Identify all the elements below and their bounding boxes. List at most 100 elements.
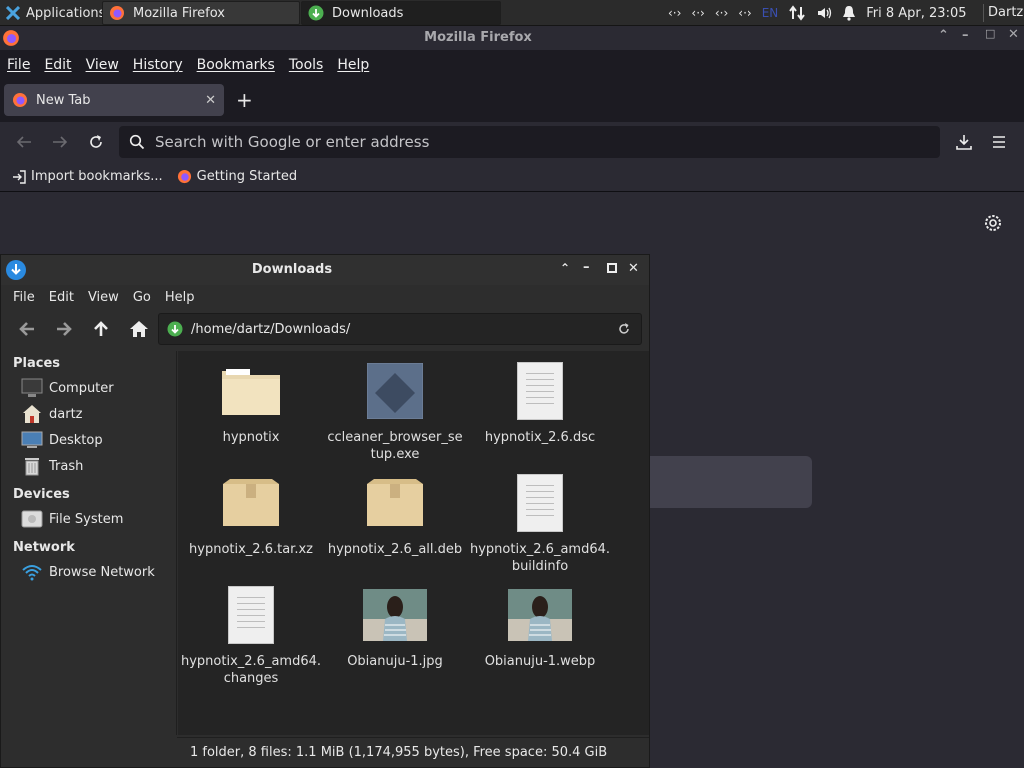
sidebar-label: Browse Network xyxy=(49,564,155,580)
sidebar-item-computer[interactable]: Computer xyxy=(21,378,114,398)
import-bookmarks-button[interactable]: Import bookmarks... xyxy=(12,169,163,184)
image-thumbnail xyxy=(508,583,572,647)
fm-menu-help[interactable]: Help xyxy=(165,290,195,305)
bookmark-getting-started[interactable]: Getting Started xyxy=(177,169,298,184)
folder-icon xyxy=(219,359,283,423)
shade-icon[interactable]: ⌃ xyxy=(560,261,570,275)
text-document-icon xyxy=(219,583,283,647)
fm-menu-edit[interactable]: Edit xyxy=(49,290,74,305)
network-icon[interactable]: ‹·› xyxy=(738,6,751,20)
executable-icon xyxy=(363,359,427,423)
file-name: hypnotix_2.6_all.deb xyxy=(327,542,463,557)
applications-menu-button[interactable]: Applications xyxy=(0,0,111,26)
import-icon xyxy=(13,169,26,184)
menu-edit[interactable]: Edit xyxy=(44,57,71,73)
reload-icon[interactable] xyxy=(87,133,105,151)
sidebar-label: Desktop xyxy=(49,432,103,448)
location-bar[interactable]: /home/dartz/Downloads/ xyxy=(158,313,642,345)
fm-toolbar: /home/dartz/Downloads/ xyxy=(1,311,649,349)
sidebar-label: Computer xyxy=(49,380,114,396)
desktop-icon xyxy=(21,430,43,450)
close-icon[interactable]: ✕ xyxy=(1008,27,1019,42)
home-icon[interactable] xyxy=(129,320,149,338)
file-item-tar[interactable]: hypnotix_2.6.tar.xz xyxy=(181,471,321,558)
reload-icon[interactable] xyxy=(617,322,631,336)
fm-menu-view[interactable]: View xyxy=(88,290,119,305)
file-name: hypnotix xyxy=(222,430,280,445)
sidebar-item-browse-network[interactable]: Browse Network xyxy=(21,562,155,582)
hamburger-menu-icon[interactable] xyxy=(991,135,1007,149)
file-name: Obianuju-1.jpg xyxy=(347,654,443,669)
menu-file[interactable]: File xyxy=(7,57,30,73)
maximize-icon[interactable]: □ xyxy=(985,27,995,40)
taskbar-downloads[interactable]: Downloads xyxy=(301,1,501,25)
forward-arrow-icon[interactable] xyxy=(51,134,69,150)
sidebar-label: dartz xyxy=(49,406,83,422)
notification-bell-icon[interactable] xyxy=(842,5,856,21)
fm-menu-file[interactable]: File xyxy=(13,290,35,305)
menu-view[interactable]: View xyxy=(86,57,119,73)
network-icon[interactable]: ‹·› xyxy=(691,6,704,20)
minimize-icon[interactable]: – xyxy=(962,28,969,43)
url-placeholder: Search with Google or enter address xyxy=(155,133,430,151)
sidebar-item-home[interactable]: dartz xyxy=(21,404,82,424)
sidebar-item-file-system[interactable]: File System xyxy=(21,509,123,529)
window-title: Mozilla Firefox xyxy=(424,30,532,45)
network-icon[interactable]: ‹·› xyxy=(715,6,728,20)
menu-bookmarks[interactable]: Bookmarks xyxy=(197,57,275,73)
file-item-dsc[interactable]: hypnotix_2.6.dsc xyxy=(470,359,610,446)
file-item-exe[interactable]: ccleaner_browser_setup.exe xyxy=(325,359,465,463)
home-folder-icon xyxy=(21,404,43,424)
back-arrow-icon[interactable] xyxy=(15,134,33,150)
firefox-titlebar: Mozilla Firefox ⌃ – □ ✕ xyxy=(0,26,1024,50)
volume-icon[interactable] xyxy=(816,5,832,21)
file-item-jpg[interactable]: Obianuju-1.jpg xyxy=(325,583,465,670)
text-document-icon xyxy=(508,471,572,535)
back-arrow-icon[interactable] xyxy=(18,321,36,337)
shade-icon[interactable]: ⌃ xyxy=(938,28,949,43)
tab-label: New Tab xyxy=(36,92,91,108)
file-name: hypnotix_2.6_amd64.changes xyxy=(181,654,322,686)
taskbar-firefox-label: Mozilla Firefox xyxy=(133,5,225,21)
fm-menu-go[interactable]: Go xyxy=(133,290,151,305)
file-item-changes[interactable]: hypnotix_2.6_amd64.changes xyxy=(181,583,321,687)
close-icon[interactable]: ✕ xyxy=(628,261,639,276)
sidebar-item-desktop[interactable]: Desktop xyxy=(21,430,103,450)
tab-new-tab[interactable]: New Tab ✕ xyxy=(4,84,224,116)
network-icon[interactable]: ‹·› xyxy=(668,6,681,20)
file-item-deb[interactable]: hypnotix_2.6_all.deb xyxy=(325,471,465,558)
maximize-icon[interactable] xyxy=(607,263,617,273)
archive-icon xyxy=(219,471,283,535)
tab-close-icon[interactable]: ✕ xyxy=(205,93,216,108)
keyboard-layout-indicator[interactable]: EN xyxy=(762,6,779,20)
status-text: 1 folder, 8 files: 1.1 MiB (1,174,955 by… xyxy=(190,745,608,760)
wifi-icon xyxy=(21,562,43,582)
file-item-buildinfo[interactable]: hypnotix_2.6_amd64.buildinfo xyxy=(470,471,610,575)
settings-gear-icon[interactable] xyxy=(984,214,1002,232)
fm-file-view: hypnotix ccleaner_browser_setup.exe hypn… xyxy=(178,351,649,735)
file-name: hypnotix_2.6_amd64.buildinfo xyxy=(470,542,611,574)
file-item-webp[interactable]: Obianuju-1.webp xyxy=(470,583,610,670)
taskbar-firefox[interactable]: Mozilla Firefox xyxy=(102,1,300,25)
newtab-search-placeholder-box xyxy=(640,456,812,508)
minimize-icon[interactable]: – xyxy=(583,260,590,275)
forward-arrow-icon[interactable] xyxy=(55,321,73,337)
file-name: hypnotix_2.6.tar.xz xyxy=(189,542,313,557)
up-arrow-icon[interactable] xyxy=(92,320,110,338)
new-tab-plus-icon[interactable]: + xyxy=(236,88,253,112)
firefox-navbar: Search with Google or enter address xyxy=(0,122,1024,162)
url-bar[interactable]: Search with Google or enter address xyxy=(119,126,940,158)
network-updown-icon[interactable] xyxy=(788,5,806,21)
user-menu[interactable]: Dartz xyxy=(988,5,1023,20)
bookmark-label: Getting Started xyxy=(196,169,298,184)
downloads-icon[interactable] xyxy=(955,133,973,151)
computer-icon xyxy=(21,378,43,398)
sidebar-item-trash[interactable]: Trash xyxy=(21,456,83,476)
clock[interactable]: Fri 8 Apr, 23:05 xyxy=(866,6,966,21)
menu-history[interactable]: History xyxy=(133,57,183,73)
menu-help[interactable]: Help xyxy=(337,57,369,73)
search-icon xyxy=(129,134,145,150)
file-item-folder[interactable]: hypnotix xyxy=(181,359,321,446)
drive-icon xyxy=(21,509,43,529)
menu-tools[interactable]: Tools xyxy=(289,57,324,73)
